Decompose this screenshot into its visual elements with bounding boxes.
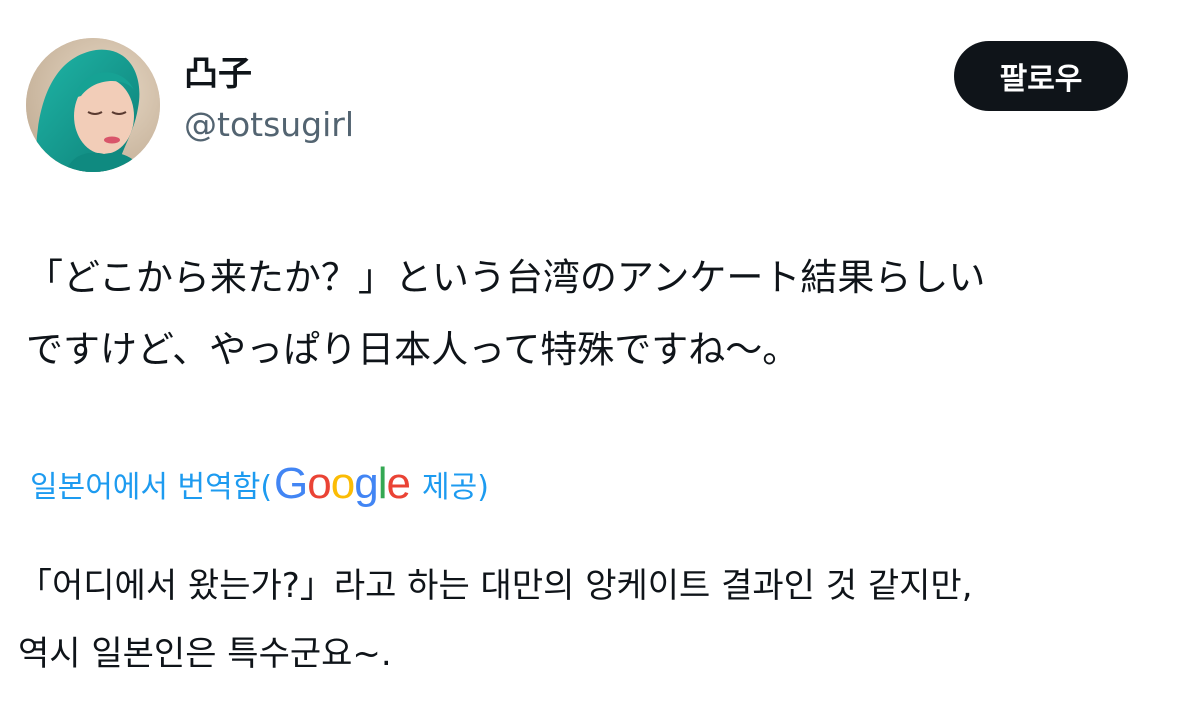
translated-text: 「어디에서 왔는가?」라고 하는 대만의 앙케이트 결과인 것 같지만, 역시 …	[18, 552, 1158, 688]
user-handle[interactable]: @totsugirl	[184, 100, 354, 150]
translation-suffix: 제공)	[422, 470, 489, 505]
tweet-header: 凸子 @totsugirl 팔로우	[26, 38, 1128, 172]
translation-attribution-link[interactable]: 일본어에서 번역함( Google 제공)	[30, 456, 489, 512]
google-logo-icon: Google	[274, 459, 411, 508]
avatar-photo	[26, 38, 160, 172]
avatar[interactable]	[26, 38, 160, 172]
tweet-line: 「どこから来たか？」という台湾のアンケート結果らしい	[26, 256, 986, 299]
display-name[interactable]: 凸子	[184, 52, 354, 96]
tweet-line: ですけど、やっぱり日本人って特殊ですね～。	[26, 328, 800, 371]
translated-line: 「어디에서 왔는가?」라고 하는 대만의 앙케이트 결과인 것 같지만,	[18, 566, 973, 606]
translation-prefix: 일본어에서 번역함(	[30, 470, 273, 505]
tweet-text: 「どこから来たか？」という台湾のアンケート結果らしい ですけど、やっぱり日本人っ…	[26, 242, 1156, 386]
follow-button[interactable]: 팔로우	[954, 41, 1128, 111]
user-block: 凸子 @totsugirl	[184, 52, 354, 150]
translated-line: 역시 일본인은 특수군요~.	[18, 634, 392, 674]
